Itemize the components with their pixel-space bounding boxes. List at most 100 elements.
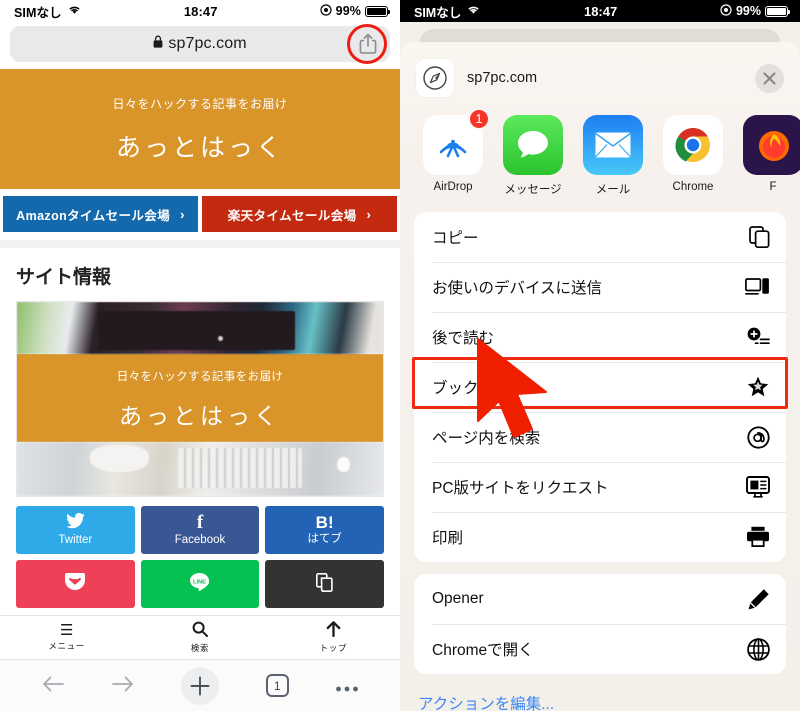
- wifi-icon: [466, 4, 481, 18]
- amazon-sale-button[interactable]: Amazonタイムセール会場 ›: [3, 196, 198, 232]
- reading-list-icon: [746, 327, 770, 347]
- menu-item-open-in-chrome[interactable]: Chromeで開く: [414, 624, 786, 674]
- more-dots-icon[interactable]: [335, 679, 359, 693]
- airdrop-badge: 1: [468, 108, 490, 130]
- hamburger-icon: ☰: [59, 622, 74, 639]
- apple-logo-shape: [337, 457, 351, 473]
- close-icon[interactable]: [755, 63, 784, 93]
- status-bar-right-group: 99%: [720, 3, 791, 19]
- monitor-shape: [97, 311, 296, 350]
- share-icon[interactable]: [356, 31, 380, 57]
- share-line-button[interactable]: LINE: [140, 560, 260, 608]
- menu-item-find-on-page[interactable]: ページ内を検索: [414, 412, 786, 462]
- mouse-shape: [90, 445, 149, 473]
- new-tab-button[interactable]: [181, 666, 220, 705]
- copy-icon: [316, 572, 333, 595]
- desktop-site-icon: [746, 476, 770, 498]
- share-app-mail[interactable]: メール: [582, 115, 644, 197]
- location-icon: [320, 3, 332, 19]
- right-phone-screen: SIMなし 18:47 99% sp7pc.com 1 AirDrop メッセー…: [400, 0, 800, 711]
- share-facebook-button[interactable]: f Facebook: [140, 506, 260, 554]
- printer-icon: [746, 526, 770, 548]
- status-bar-right-group: 99%: [320, 3, 391, 19]
- share-hatena-button[interactable]: B! はてブ: [265, 506, 384, 554]
- menu-item-send-to-device[interactable]: お使いのデバイスに送信: [414, 262, 786, 312]
- share-menu-group-1: コピー お使いのデバイスに送信 後で読む ブックマーク ページ内を検索 PC版サ…: [414, 212, 786, 562]
- chrome-icon: [663, 115, 723, 175]
- share-app-messages[interactable]: メッセージ: [502, 115, 564, 197]
- section-title: サイト情報: [16, 267, 112, 288]
- share-sheet-stack: sp7pc.com 1 AirDrop メッセージ メール Chrome F コ…: [400, 22, 800, 711]
- menu-item-copy[interactable]: コピー: [414, 212, 786, 262]
- menu-item-request-desktop-site-label: PC版サイトをリクエスト: [432, 480, 609, 497]
- carrier-label: SIMなし: [14, 5, 62, 20]
- carrier-label: SIMなし: [414, 5, 462, 20]
- menu-item-send-to-device-label: お使いのデバイスに送信: [432, 280, 603, 297]
- left-phone-screen: SIMなし 18:47 99% sp7pc.com 日々をハックする記事をお届け…: [0, 0, 400, 711]
- menu-item-print[interactable]: 印刷: [414, 512, 786, 562]
- pencil-icon: [747, 588, 770, 611]
- page-nav-top-label: トップ: [319, 643, 347, 653]
- battery-icon: [765, 5, 791, 17]
- chevron-right-icon: ›: [366, 206, 372, 222]
- facebook-icon: f: [196, 511, 204, 533]
- share-pocket-button[interactable]: [16, 560, 135, 608]
- status-bar-right: SIMなし 18:47 99%: [400, 0, 800, 22]
- chevron-right-icon: ›: [180, 206, 185, 222]
- share-copy-button[interactable]: [265, 560, 384, 608]
- send-to-device-icon: [745, 277, 770, 298]
- mail-icon: [583, 115, 643, 175]
- menu-item-bookmark[interactable]: ブックマーク: [414, 362, 786, 412]
- tab-count-button[interactable]: 1: [265, 674, 289, 697]
- menu-item-reading-list-label: 後で読む: [432, 330, 495, 347]
- back-arrow-icon[interactable]: [41, 674, 65, 698]
- status-bar-left: SIMなし 18:47 99%: [0, 0, 400, 22]
- url-bar[interactable]: sp7pc.com: [10, 24, 390, 64]
- page-nav-top[interactable]: トップ: [267, 616, 400, 659]
- globe-icon: [747, 637, 770, 661]
- status-bar-left-group: SIMなし: [414, 2, 481, 21]
- menu-item-open-in-chrome-label: Chromeで開く: [432, 642, 534, 659]
- share-twitter-button[interactable]: Twitter: [16, 506, 135, 554]
- hero-title: あっとはっく: [115, 133, 284, 162]
- edit-actions-link[interactable]: アクションを編集...: [400, 674, 800, 711]
- line-icon: LINE: [190, 573, 210, 594]
- share-app-airdrop-label: AirDrop: [433, 181, 473, 193]
- menu-item-reading-list[interactable]: 後で読む: [414, 312, 786, 362]
- url-bar-container: sp7pc.com: [0, 22, 400, 69]
- rakuten-sale-label: 楽天タイムセール会場: [227, 208, 357, 223]
- share-app-firefox[interactable]: F: [742, 115, 800, 197]
- share-app-chrome[interactable]: Chrome: [662, 115, 724, 197]
- url-text-group: sp7pc.com: [153, 35, 247, 53]
- messages-icon: [503, 115, 563, 175]
- page-nav-search[interactable]: 検索: [133, 616, 266, 659]
- menu-item-request-desktop-site[interactable]: PC版サイトをリクエスト: [414, 462, 786, 512]
- page-bottom-nav: ☰ メニュー 検索 トップ: [0, 615, 400, 660]
- clock-label: 18:47: [183, 3, 218, 19]
- share-sheet: sp7pc.com 1 AirDrop メッセージ メール Chrome F コ…: [400, 42, 800, 711]
- share-app-airdrop[interactable]: 1 AirDrop: [422, 108, 490, 197]
- tab-count-label: 1: [273, 678, 281, 693]
- site-info-card[interactable]: 日々をハックする記事をお届け あっとはっく: [16, 301, 384, 497]
- share-sheet-host-label: sp7pc.com: [467, 70, 538, 86]
- location-icon: [720, 3, 732, 19]
- share-app-chrome-label: Chrome: [672, 181, 714, 193]
- arrow-up-icon: [326, 621, 341, 640]
- menu-item-print-label: 印刷: [432, 530, 464, 547]
- page-nav-menu[interactable]: ☰ メニュー: [0, 616, 133, 659]
- firefox-icon: [743, 115, 800, 175]
- battery-percent-label: 99%: [335, 4, 361, 18]
- forward-arrow-icon[interactable]: [111, 674, 135, 698]
- menu-item-opener[interactable]: Opener: [414, 574, 786, 624]
- page-nav-menu-label: メニュー: [48, 641, 85, 651]
- twitter-icon: [65, 512, 85, 532]
- share-hatena-label: はてブ: [307, 532, 342, 545]
- rakuten-sale-button[interactable]: 楽天タイムセール会場 ›: [202, 196, 397, 232]
- keyboard-shape: [178, 448, 303, 489]
- amazon-sale-label: Amazonタイムセール会場: [16, 208, 171, 223]
- find-on-page-icon: [747, 425, 770, 449]
- social-share-grid: Twitter f Facebook B! はてブ LINE: [0, 497, 400, 608]
- share-facebook-label: Facebook: [174, 533, 226, 546]
- card-band-subtitle: 日々をハックする記事をお届け: [116, 371, 284, 383]
- share-app-firefox-label: F: [769, 181, 777, 193]
